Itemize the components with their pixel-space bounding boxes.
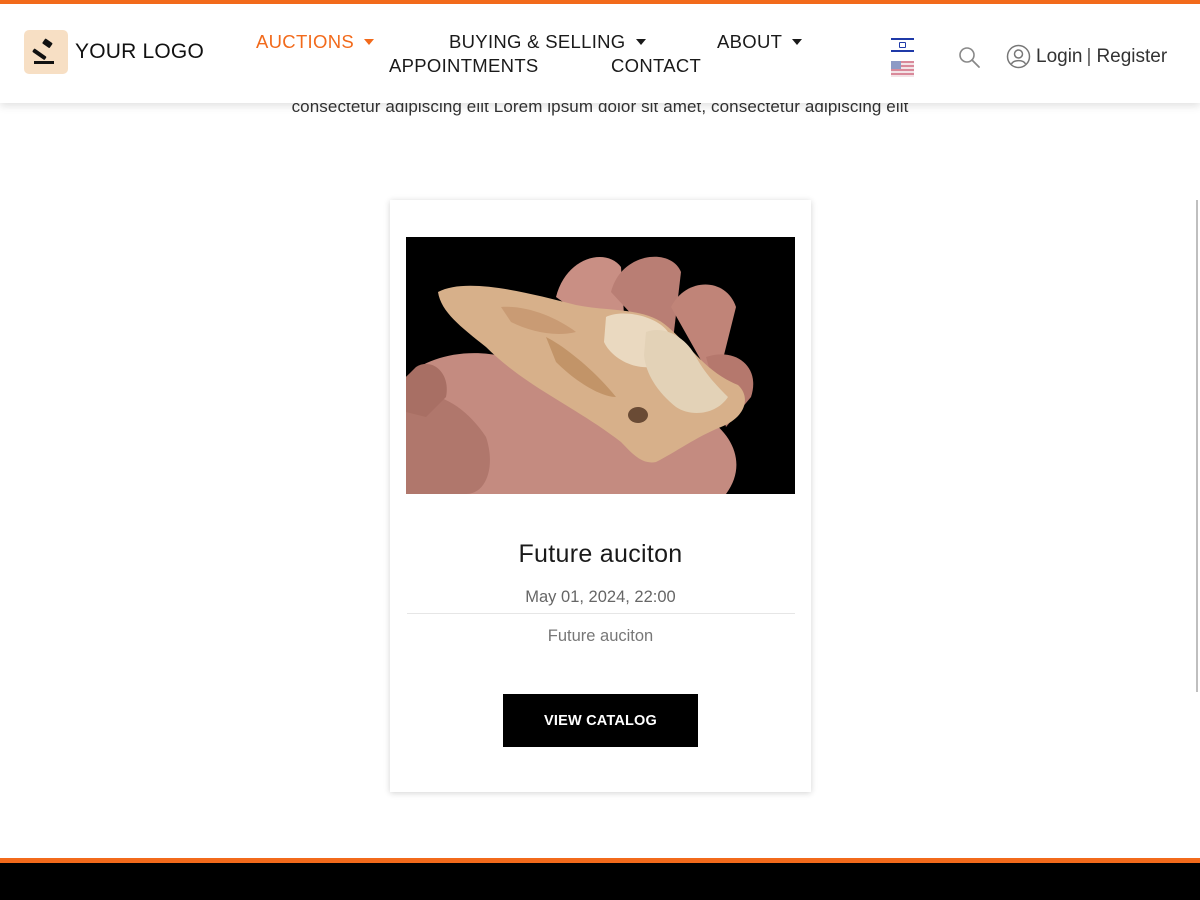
login-link[interactable]: Login: [1036, 46, 1083, 68]
chevron-down-icon: [792, 39, 803, 45]
chevron-down-icon: [364, 39, 374, 45]
nav-auctions[interactable]: AUCTIONS: [256, 31, 374, 53]
user-circle-icon[interactable]: [1006, 44, 1031, 69]
site-logo[interactable]: YOUR LOGO: [24, 30, 204, 74]
auction-title: Future auciton: [518, 540, 683, 568]
auction-date: May 01, 2024, 22:00: [525, 588, 676, 606]
nav-buying-selling-label: BUYING & SELLING: [449, 31, 626, 52]
nav-auctions-label: AUCTIONS: [256, 31, 354, 52]
site-header: YOUR LOGO AUCTIONS BUYING & SELLING ABOU…: [0, 0, 1200, 103]
view-catalog-button[interactable]: VIEW CATALOG: [503, 694, 698, 747]
account-links: Login | Register: [1006, 44, 1167, 69]
nav-appointments-label: APPOINTMENTS: [389, 55, 539, 76]
auction-card: Future auciton May 01, 2024, 22:00 Futur…: [390, 200, 811, 792]
nav-contact-label: CONTACT: [611, 55, 702, 76]
auction-image[interactable]: [406, 237, 795, 494]
gavel-icon: [24, 30, 68, 74]
nav-about[interactable]: ABOUT: [717, 31, 803, 53]
auction-description: Future auciton: [547, 627, 654, 645]
nav-about-label: ABOUT: [717, 31, 783, 52]
us-flag-icon[interactable]: [891, 61, 914, 77]
logo-text: YOUR LOGO: [75, 40, 204, 63]
register-link[interactable]: Register: [1096, 46, 1167, 68]
chevron-down-icon: [635, 39, 646, 45]
israel-flag-icon[interactable]: [891, 37, 914, 53]
search-icon[interactable]: [957, 45, 981, 69]
card-divider: [407, 613, 795, 614]
account-separator: |: [1086, 45, 1092, 67]
nav-appointments[interactable]: APPOINTMENTS: [389, 55, 539, 77]
site-footer: [0, 863, 1200, 900]
nav-contact[interactable]: CONTACT: [611, 55, 701, 77]
scrollbar[interactable]: [1196, 200, 1198, 692]
nav-buying-selling[interactable]: BUYING & SELLING: [449, 31, 646, 53]
